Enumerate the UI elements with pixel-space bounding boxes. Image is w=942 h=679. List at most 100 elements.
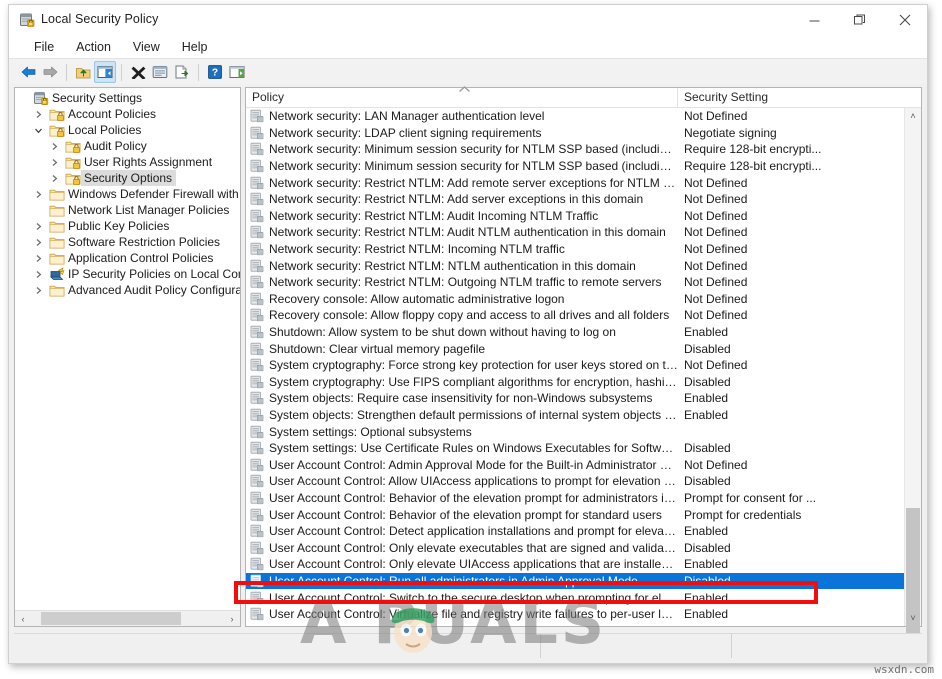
table-row[interactable]: System objects: Require case insensitivi…	[246, 390, 905, 407]
table-row[interactable]: Shutdown: Allow system to be shut down w…	[246, 324, 905, 341]
up-one-level-icon[interactable]	[72, 61, 94, 83]
policy-name: Network security: Minimum session securi…	[269, 159, 678, 174]
table-row[interactable]: User Account Control: Detect application…	[246, 523, 905, 540]
policy-list[interactable]: Network security: LAN Manager authentica…	[246, 108, 905, 626]
table-row[interactable]: User Account Control: Behavior of the el…	[246, 490, 905, 507]
table-row[interactable]: System objects: Strengthen default permi…	[246, 407, 905, 424]
table-row[interactable]: User Account Control: Run all administra…	[246, 572, 905, 590]
chevron-right-icon[interactable]	[50, 158, 64, 167]
chevron-right-icon[interactable]	[50, 174, 64, 183]
tree-horizontal-scrollbar[interactable]: ‹ ›	[15, 610, 240, 626]
list-vscroll-thumb[interactable]	[906, 508, 920, 648]
table-row[interactable]: User Account Control: Switch to the secu…	[246, 589, 905, 606]
help-icon[interactable]: ?	[204, 61, 226, 83]
table-row[interactable]: Network security: Restrict NTLM: Audit I…	[246, 208, 905, 225]
tree-item-ip-security-policies-on-local-compute[interactable]: IP Security Policies on Local Compute	[15, 266, 240, 282]
policy-cell: User Account Control: Only elevate execu…	[246, 541, 678, 555]
policy-cell: User Account Control: Admin Approval Mod…	[246, 458, 678, 472]
close-button[interactable]	[882, 5, 927, 35]
table-row[interactable]: Network security: Restrict NTLM: Incomin…	[246, 241, 905, 258]
console-tree[interactable]: Security Settings Account Policies Local P…	[15, 88, 240, 610]
scroll-right-icon[interactable]: ›	[224, 614, 240, 624]
export-list-icon[interactable]	[171, 61, 193, 83]
security-setting-cell: Not Defined	[684, 258, 748, 273]
security-setting-cell: Prompt for consent for ...	[684, 490, 817, 505]
table-row[interactable]: Recovery console: Allow automatic admini…	[246, 291, 905, 308]
restore-button[interactable]	[837, 5, 882, 35]
policy-cell: User Account Control: Allow UIAccess app…	[246, 474, 678, 488]
chevron-right-icon[interactable]	[50, 142, 64, 151]
table-row[interactable]: System settings: Optional subsystems	[246, 423, 905, 440]
table-row[interactable]: User Account Control: Admin Approval Mod…	[246, 456, 905, 473]
show-hide-console-tree-icon[interactable]	[94, 61, 116, 83]
delete-icon[interactable]	[127, 61, 149, 83]
tree-hscroll-thumb[interactable]	[41, 612, 181, 625]
scroll-left-icon[interactable]: ‹	[15, 614, 31, 624]
show-hide-action-pane-icon[interactable]	[226, 61, 248, 83]
table-row[interactable]: Network security: Restrict NTLM: Audit N…	[246, 224, 905, 241]
tree-item-windows-defender-firewall-with-adva[interactable]: Windows Defender Firewall with Adva	[15, 186, 240, 202]
table-row[interactable]: Network security: Restrict NTLM: Add rem…	[246, 174, 905, 191]
list-vertical-scrollbar[interactable]: ˄ ˅	[904, 108, 921, 648]
chevron-right-icon[interactable]	[34, 270, 48, 279]
column-security-setting[interactable]: Security Setting	[678, 88, 921, 107]
policy-name: User Account Control: Detect application…	[269, 524, 678, 539]
chevron-right-icon[interactable]	[34, 238, 48, 247]
column-policy[interactable]: Policy	[246, 86, 678, 107]
minimize-button[interactable]	[792, 5, 837, 35]
table-row[interactable]: Network security: Restrict NTLM: NTLM au…	[246, 257, 905, 274]
table-row[interactable]: System settings: Use Certificate Rules o…	[246, 440, 905, 457]
tree-item-public-key-policies[interactable]: Public Key Policies	[15, 218, 240, 234]
menu-help[interactable]: Help	[171, 38, 219, 56]
chevron-right-icon[interactable]	[34, 286, 48, 295]
policy-icon	[250, 375, 264, 389]
table-row[interactable]: Network security: Restrict NTLM: Outgoin…	[246, 274, 905, 291]
forward-icon[interactable]	[39, 61, 61, 83]
scroll-up-icon[interactable]: ˄	[905, 108, 921, 124]
policy-cell: Shutdown: Allow system to be shut down w…	[246, 325, 678, 339]
tree-hscroll-track[interactable]	[31, 611, 224, 626]
table-row[interactable]: User Account Control: Behavior of the el…	[246, 506, 905, 523]
tree-item-network-list-manager-policies[interactable]: Network List Manager Policies	[15, 202, 240, 218]
table-row[interactable]: System cryptography: Force strong key pr…	[246, 357, 905, 374]
table-row[interactable]: Shutdown: Clear virtual memory pagefile D…	[246, 340, 905, 357]
tree-item-application-control-policies[interactable]: Application Control Policies	[15, 250, 240, 266]
back-icon[interactable]	[17, 61, 39, 83]
policy-cell: Network security: Restrict NTLM: Outgoin…	[246, 275, 678, 289]
table-row[interactable]: Network security: Minimum session securi…	[246, 158, 905, 175]
table-row[interactable]: User Account Control: Only elevate execu…	[246, 539, 905, 556]
table-row[interactable]: Recovery console: Allow floppy copy and …	[246, 307, 905, 324]
policy-icon	[250, 574, 264, 588]
tree-item-local-policies[interactable]: Local Policies	[15, 122, 240, 138]
chevron-down-icon[interactable]	[34, 126, 48, 135]
table-row[interactable]: Network security: Restrict NTLM: Add ser…	[246, 191, 905, 208]
tree-item-security-options[interactable]: Security Options	[15, 170, 240, 186]
menu-action[interactable]: Action	[65, 38, 122, 56]
tree-item-security-settings[interactable]: Security Settings	[15, 90, 240, 106]
table-row[interactable]: User Account Control: Virtualize file an…	[246, 606, 905, 623]
chevron-right-icon[interactable]	[34, 222, 48, 231]
chevron-right-icon[interactable]	[34, 110, 48, 119]
tree-item-software-restriction-policies[interactable]: Software Restriction Policies	[15, 234, 240, 250]
tree-item-user-rights-assignment[interactable]: User Rights Assignment	[15, 154, 240, 170]
table-row[interactable]: Network security: LDAP client signing re…	[246, 125, 905, 142]
menu-file[interactable]: File	[23, 38, 65, 56]
table-row[interactable]: User Account Control: Only elevate UIAcc…	[246, 556, 905, 573]
chevron-right-icon[interactable]	[34, 254, 48, 263]
tree-item-audit-policy[interactable]: Audit Policy	[15, 138, 240, 154]
table-row[interactable]: User Account Control: Allow UIAccess app…	[246, 473, 905, 490]
scroll-down-icon[interactable]: ˅	[905, 610, 921, 626]
policy-icon	[250, 425, 264, 439]
policy-name: Network security: LDAP client signing re…	[269, 125, 542, 140]
policy-cell: Network security: Restrict NTLM: Incomin…	[246, 242, 678, 256]
tree-item-account-policies[interactable]: Account Policies	[15, 106, 240, 122]
tree-item-advanced-audit-policy-configuration[interactable]: Advanced Audit Policy Configuration	[15, 282, 240, 298]
table-row[interactable]: System cryptography: Use FIPS compliant …	[246, 374, 905, 391]
menu-view[interactable]: View	[122, 38, 171, 56]
table-row[interactable]: Network security: LAN Manager authentica…	[246, 108, 905, 125]
policy-name: Recovery console: Allow floppy copy and …	[269, 308, 670, 323]
chevron-right-icon[interactable]	[34, 190, 48, 199]
properties-icon[interactable]	[149, 61, 171, 83]
policy-name: Recovery console: Allow automatic admini…	[269, 291, 565, 306]
table-row[interactable]: Network security: Minimum session securi…	[246, 141, 905, 158]
